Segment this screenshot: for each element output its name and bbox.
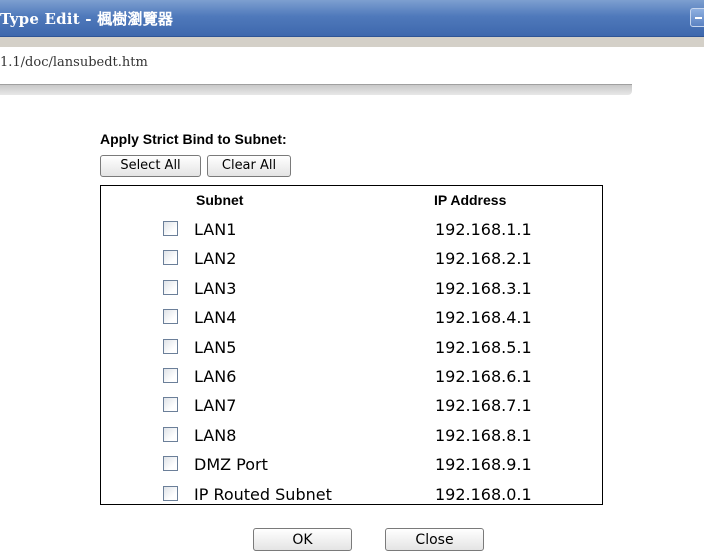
table-row: IP Routed Subnet 192.168.0.1: [101, 480, 602, 509]
table-row: LAN8 192.168.8.1: [101, 421, 602, 450]
ip-address: 192.168.0.1: [435, 484, 532, 504]
ok-button[interactable]: OK: [253, 528, 352, 551]
subnet-name: LAN1: [194, 220, 237, 239]
url-field[interactable]: 1.1/doc/lansubedt.htm: [0, 47, 704, 84]
subnet-name: DMZ Port: [194, 455, 268, 475]
ip-address: 192.168.4.1: [435, 308, 532, 328]
window-title: Type Edit - 楓樹瀏覽器: [0, 10, 174, 28]
table-row: LAN7 192.168.7.1: [101, 391, 602, 420]
address-divider: [0, 84, 632, 95]
close-button[interactable]: Close: [385, 528, 484, 551]
clear-all-button[interactable]: Clear All: [207, 155, 291, 177]
subnet-checkbox[interactable]: [163, 456, 178, 472]
subnet-name: LAN4: [194, 308, 237, 328]
select-all-button[interactable]: Select All: [100, 155, 201, 177]
title-bar[interactable]: Type Edit - 楓樹瀏覽器: [0, 0, 704, 37]
subnet-name: IP Routed Subnet: [194, 484, 332, 504]
ip-address: 192.168.8.1: [435, 425, 532, 445]
address-bar: [0, 37, 704, 47]
subnet-table: Subnet IP Address LAN1 192.168.1.1 LAN2 192…: [100, 185, 603, 505]
subnet-checkbox[interactable]: [163, 221, 178, 236]
ip-address: 192.168.3.1: [435, 278, 532, 298]
subnet-name: LAN3: [194, 278, 237, 298]
subnet-checkbox[interactable]: [163, 397, 178, 413]
subnet-checkbox[interactable]: [163, 279, 178, 295]
ip-address: 192.168.5.1: [435, 337, 532, 357]
subnet-name: LAN2: [194, 249, 237, 269]
table-row: LAN1 192.168.1.1: [101, 215, 602, 244]
subnet-checkbox[interactable]: [163, 250, 178, 266]
subnet-checkbox[interactable]: [163, 485, 178, 501]
subnet-checkbox[interactable]: [163, 426, 178, 442]
subnet-checkbox[interactable]: [163, 368, 178, 383]
subnet-checkbox[interactable]: [163, 338, 178, 354]
table-row: LAN3 192.168.3.1: [101, 274, 602, 303]
column-header-ip-address: IP Address: [434, 192, 507, 208]
url-text: 1.1/doc/lansubedt.htm: [0, 55, 148, 70]
ip-address: 192.168.6.1: [435, 367, 532, 386]
subnet-name: LAN6: [194, 367, 237, 386]
table-row: LAN5 192.168.5.1: [101, 333, 602, 362]
table-row: LAN2 192.168.2.1: [101, 244, 602, 273]
subnet-name: LAN7: [194, 396, 237, 416]
minimize-icon[interactable]: [690, 8, 704, 27]
column-header-subnet: Subnet: [196, 192, 244, 208]
section-heading: Apply Strict Bind to Subnet:: [100, 131, 287, 147]
table-row: LAN4 192.168.4.1: [101, 303, 602, 332]
ip-address: 192.168.7.1: [435, 396, 532, 416]
ip-address: 192.168.1.1: [435, 220, 532, 239]
table-row: DMZ Port 192.168.9.1: [101, 450, 602, 479]
subnet-name: LAN5: [194, 337, 237, 357]
ip-address: 192.168.2.1: [435, 249, 532, 269]
subnet-name: LAN8: [194, 425, 237, 445]
table-row: LAN6 192.168.6.1: [101, 362, 602, 391]
subnet-checkbox[interactable]: [163, 309, 178, 325]
ip-address: 192.168.9.1: [435, 455, 532, 475]
